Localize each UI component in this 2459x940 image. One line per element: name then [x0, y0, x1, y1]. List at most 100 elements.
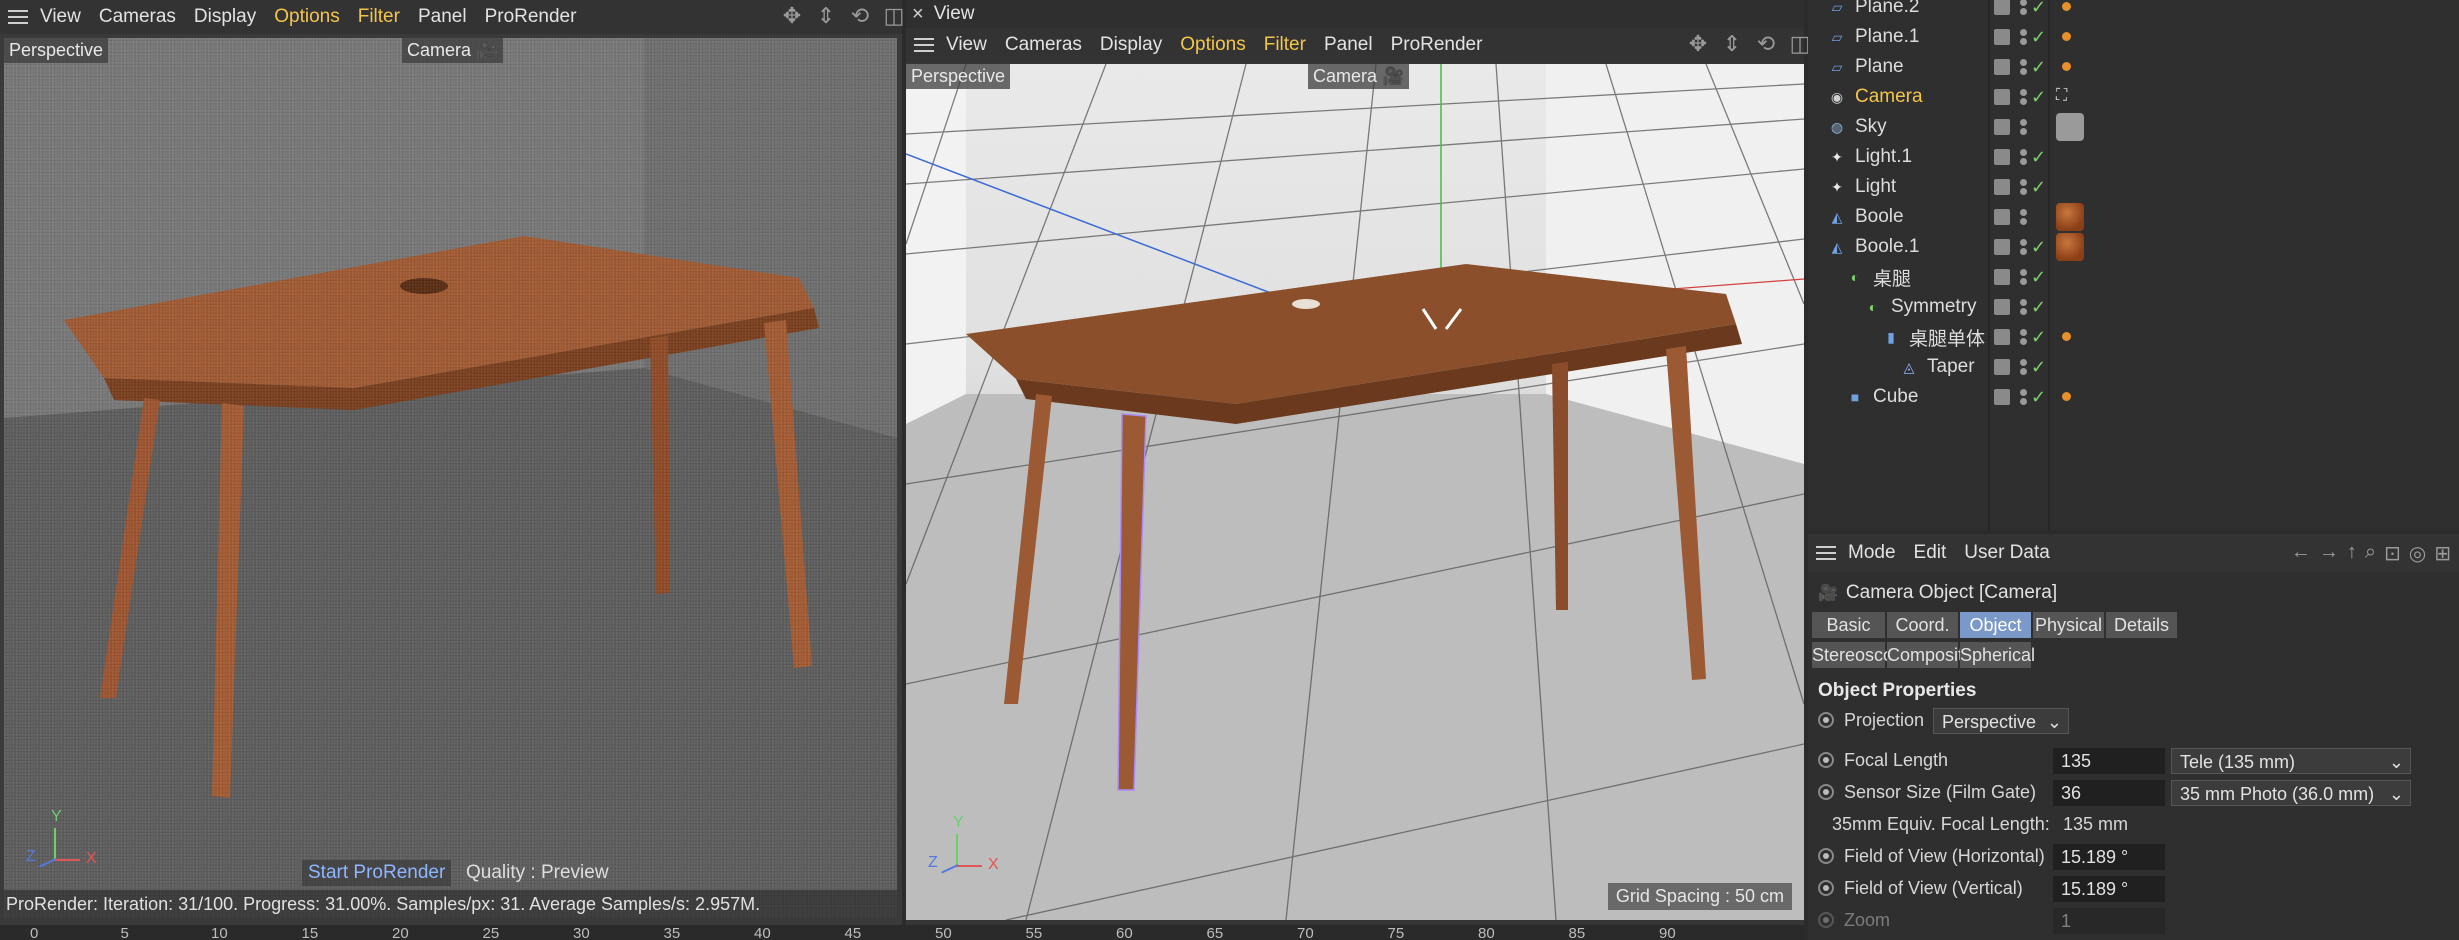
- editor-visibility-dot[interactable]: [2020, 59, 2027, 66]
- editor-visibility-dot[interactable]: [2020, 209, 2027, 216]
- menu-display[interactable]: Display: [194, 6, 274, 28]
- enabled-check-icon[interactable]: ✓: [2031, 298, 2046, 316]
- menu-view[interactable]: View: [946, 34, 1005, 56]
- keyframe-radio[interactable]: [1818, 848, 1834, 864]
- object-manager[interactable]: ▱ Plane.2 ✓ ▱ Plane.1 ✓ ▱ Plane ✓ ◉ Camera ✓ ⛶ ◍ Sky ✦ L…: [1808, 0, 2459, 530]
- new-panel-icon[interactable]: ⊞: [2434, 541, 2451, 566]
- tab-coord[interactable]: Coord.: [1887, 612, 1958, 638]
- render-visibility-dot[interactable]: [2020, 218, 2027, 225]
- toggle-panel-icon[interactable]: ◫: [882, 4, 906, 28]
- object-row[interactable]: ✦ Light ✓: [1808, 172, 2459, 202]
- object-row[interactable]: ◐ 桌腿 ✓: [1808, 262, 2459, 292]
- keyframe-radio[interactable]: [1818, 912, 1834, 928]
- menu-view[interactable]: View: [40, 6, 99, 28]
- keyframe-radio[interactable]: [1818, 752, 1834, 768]
- enabled-check-icon[interactable]: ✓: [2031, 238, 2046, 256]
- menu-options[interactable]: Options: [274, 6, 357, 28]
- menu-prorender[interactable]: ProRender: [485, 6, 595, 28]
- editor-canvas[interactable]: Perspective Camera 🎥 Y Z X Grid Spacing …: [906, 64, 1804, 920]
- target-icon[interactable]: ◎: [2409, 541, 2426, 566]
- enabled-check-icon[interactable]: ✓: [2031, 58, 2046, 76]
- tab-stereoscopic[interactable]: Stereoscopic: [1812, 642, 1916, 668]
- render-visibility-dot[interactable]: [2020, 68, 2027, 75]
- menu-prorender[interactable]: ProRender: [1391, 34, 1501, 56]
- forward-arrow-icon[interactable]: →: [2319, 541, 2339, 566]
- object-row[interactable]: ◐ Symmetry ✓: [1808, 292, 2459, 322]
- layer-tag-icon[interactable]: [1994, 179, 2010, 195]
- editor-visibility-dot[interactable]: [2020, 299, 2027, 306]
- keyframe-radio[interactable]: [1818, 712, 1834, 728]
- menu-user-data[interactable]: User Data: [1964, 542, 2068, 564]
- menu-hamburger-icon[interactable]: [1812, 534, 1842, 572]
- zoom-view-icon[interactable]: ⇕: [1720, 32, 1744, 56]
- layer-tag-icon[interactable]: [1994, 149, 2010, 165]
- layer-tag-icon[interactable]: [1994, 269, 2010, 285]
- enabled-check-icon[interactable]: ✓: [2031, 358, 2046, 376]
- menu-cameras[interactable]: Cameras: [1005, 34, 1100, 56]
- perspective-viewport[interactable]: × View View Cameras Display Options Filt…: [906, 0, 1810, 925]
- enabled-check-icon[interactable]: ✓: [2031, 88, 2046, 106]
- render-visibility-dot[interactable]: [2020, 368, 2027, 375]
- tab-spherical[interactable]: Spherical: [1960, 642, 2035, 668]
- back-arrow-icon[interactable]: ←: [2291, 541, 2311, 566]
- enabled-check-icon[interactable]: ✓: [2031, 328, 2046, 346]
- object-row[interactable]: ▮ 桌腿单体 ✓: [1808, 322, 2459, 352]
- layer-tag-icon[interactable]: [1994, 29, 2010, 45]
- keyframe-radio[interactable]: [1818, 880, 1834, 896]
- render-visibility-dot[interactable]: [2020, 8, 2027, 15]
- render-visibility-dot[interactable]: [2020, 128, 2027, 135]
- render-visibility-dot[interactable]: [2020, 158, 2027, 165]
- render-viewport[interactable]: View Cameras Display Options Filter Pane…: [0, 0, 904, 925]
- layer-tag-icon[interactable]: [1994, 389, 2010, 405]
- editor-visibility-dot[interactable]: [2020, 149, 2027, 156]
- object-row[interactable]: ◬ Taper ✓: [1808, 352, 2459, 382]
- sky-texture-tag-icon[interactable]: [2056, 113, 2084, 141]
- camera-target-tag-icon[interactable]: ⛶: [2056, 87, 2067, 105]
- render-visibility-dot[interactable]: [2020, 98, 2027, 105]
- focal-length-preset-dropdown[interactable]: Tele (135 mm) ⌄: [2171, 748, 2411, 774]
- enabled-check-icon[interactable]: ✓: [2031, 148, 2046, 166]
- material-tag-icon[interactable]: [2062, 62, 2071, 71]
- editor-visibility-dot[interactable]: [2020, 359, 2027, 366]
- object-row[interactable]: ■ Cube ✓: [1808, 382, 2459, 412]
- enabled-check-icon[interactable]: ✓: [2031, 28, 2046, 46]
- render-canvas[interactable]: Perspective Camera 🎥 Y Z X Start ProRend…: [4, 38, 897, 918]
- menu-cameras[interactable]: Cameras: [99, 6, 194, 28]
- object-row[interactable]: ▱ Plane.1 ✓: [1808, 22, 2459, 52]
- menu-hamburger-icon[interactable]: [910, 28, 940, 62]
- enabled-check-icon[interactable]: ✓: [2031, 268, 2046, 286]
- up-arrow-icon[interactable]: ↑: [2347, 541, 2357, 566]
- menu-mode[interactable]: Mode: [1848, 542, 1914, 564]
- object-row[interactable]: ▱ Plane ✓: [1808, 52, 2459, 82]
- editor-visibility-dot[interactable]: [2020, 329, 2027, 336]
- object-row[interactable]: ◉ Camera ✓ ⛶: [1808, 82, 2459, 112]
- layer-tag-icon[interactable]: [1994, 89, 2010, 105]
- fov-horizontal-input[interactable]: 15.189 °: [2053, 844, 2165, 870]
- menu-filter[interactable]: Filter: [358, 6, 418, 28]
- layer-tag-icon[interactable]: [1994, 209, 2010, 225]
- render-visibility-dot[interactable]: [2020, 278, 2027, 285]
- editor-visibility-dot[interactable]: [2020, 119, 2027, 126]
- menu-panel[interactable]: Panel: [418, 6, 485, 28]
- layer-tag-icon[interactable]: [1994, 0, 2010, 15]
- material-tag-icon[interactable]: [2062, 392, 2071, 401]
- enabled-check-icon[interactable]: ✓: [2031, 178, 2046, 196]
- enabled-check-icon[interactable]: ✓: [2031, 0, 2046, 16]
- object-row[interactable]: ▱ Plane.2 ✓: [1808, 0, 2459, 22]
- object-row[interactable]: ◍ Sky: [1808, 112, 2459, 142]
- enabled-check-icon[interactable]: ✓: [2031, 388, 2046, 406]
- tab-physical[interactable]: Physical: [2033, 612, 2104, 638]
- object-row[interactable]: ✦ Light.1 ✓: [1808, 142, 2459, 172]
- search-icon[interactable]: ⌕: [2365, 541, 2376, 566]
- editor-visibility-dot[interactable]: [2020, 269, 2027, 276]
- layer-tag-icon[interactable]: [1994, 119, 2010, 135]
- menu-filter[interactable]: Filter: [1264, 34, 1324, 56]
- render-visibility-dot[interactable]: [2020, 38, 2027, 45]
- material-tag-icon[interactable]: [2056, 233, 2084, 261]
- menu-hamburger-icon[interactable]: [4, 0, 34, 34]
- render-visibility-dot[interactable]: [2020, 308, 2027, 315]
- close-view-icon[interactable]: ×: [912, 3, 924, 26]
- keyframe-radio[interactable]: [1818, 784, 1834, 800]
- editor-visibility-dot[interactable]: [2020, 0, 2027, 6]
- render-visibility-dot[interactable]: [2020, 338, 2027, 345]
